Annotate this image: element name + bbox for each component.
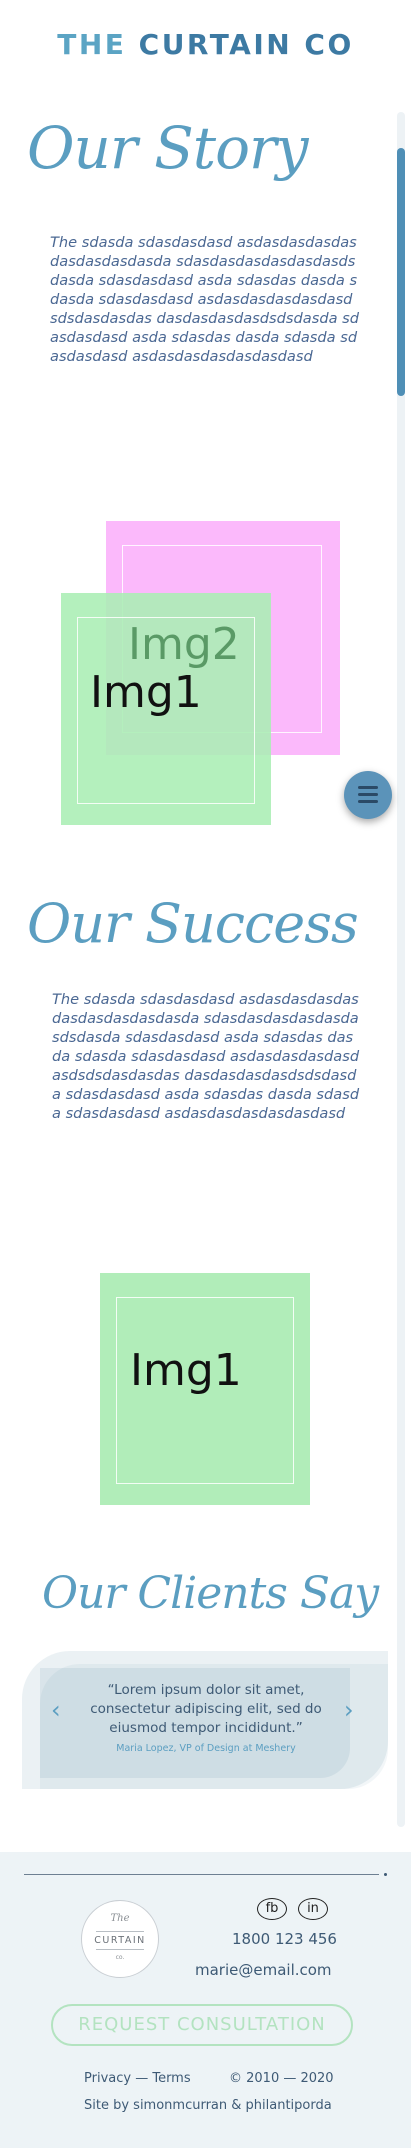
footer-logo-the: The xyxy=(110,1913,130,1924)
story-image-1-label: Img1 xyxy=(90,667,202,718)
success-image-1: Img1 xyxy=(100,1273,310,1505)
story-image-2-label: Img2 xyxy=(128,619,240,670)
footer-divider xyxy=(24,1874,379,1875)
footer-logo[interactable]: The CURTAIN co. xyxy=(81,1900,159,1978)
footer-copyright: © 2010 — 2020 xyxy=(229,2071,334,2086)
success-paragraph: The sdasda sdasdasdasd asdasdasdasdasdas… xyxy=(52,991,360,1122)
success-heading: Our Success xyxy=(27,892,359,955)
site-logo[interactable]: THE CURTAIN CO xyxy=(0,28,411,61)
footer-logo-rule xyxy=(96,1931,144,1932)
testimonial-quote: “Lorem ipsum dolor sit amet, consectetur… xyxy=(90,1682,322,1736)
chevron-left-icon[interactable]: ‹ xyxy=(51,1696,61,1724)
request-consultation-button[interactable]: REQUEST CONSULTATION xyxy=(51,2004,353,2046)
footer-credit[interactable]: Site by simonmcurran & philantiporda xyxy=(84,2098,332,2113)
hamburger-menu-icon[interactable] xyxy=(344,771,392,819)
footer-logo-rule xyxy=(96,1949,144,1950)
linkedin-icon[interactable]: in xyxy=(298,1898,328,1920)
story-paragraph: The sdasda sdasdasdasd asdasdasdasdasdas… xyxy=(50,234,360,365)
chevron-right-icon[interactable]: › xyxy=(344,1696,354,1724)
brand-name: CURTAIN CO xyxy=(138,28,354,61)
footer-logo-name: CURTAIN xyxy=(94,1935,146,1946)
footer-email[interactable]: marie@email.com xyxy=(195,1961,332,1979)
clients-heading: Our Clients Say xyxy=(42,1568,379,1619)
footer-phone[interactable]: 1800 123 456 xyxy=(232,1930,337,1948)
footer-legal-links[interactable]: Privacy — Terms xyxy=(84,2071,191,2086)
brand-the: THE xyxy=(57,28,127,61)
success-image-1-label: Img1 xyxy=(130,1345,242,1396)
testimonial-author: Maria Lopez, VP of Design at Meshery xyxy=(116,1743,296,1754)
story-heading: Our Story xyxy=(27,114,309,182)
footer-divider-dot xyxy=(384,1873,387,1876)
scrollbar-thumb[interactable] xyxy=(397,148,405,396)
footer-logo-co: co. xyxy=(115,1954,125,1961)
facebook-icon[interactable]: fb xyxy=(257,1898,287,1920)
